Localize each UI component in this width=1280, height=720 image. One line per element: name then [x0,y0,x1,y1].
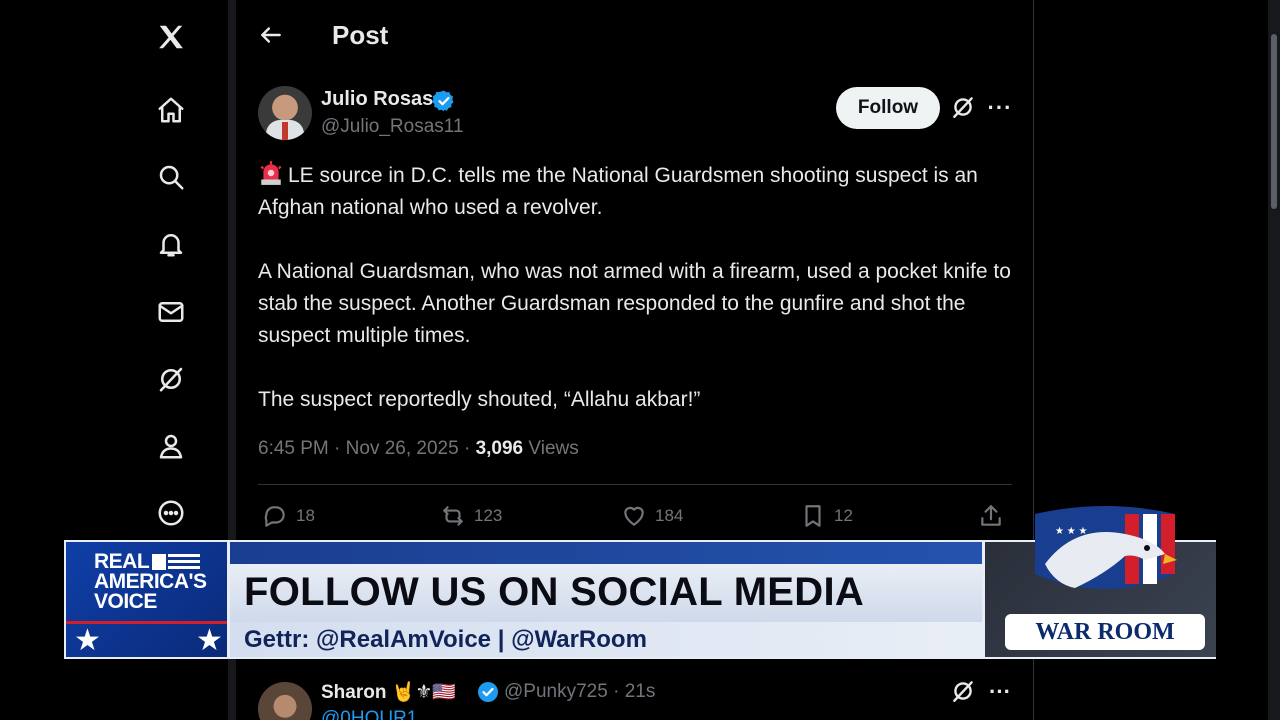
reply-handle-age: @Punky725 · 21s [504,681,656,702]
verified-badge-icon [478,682,498,702]
verified-badge-icon [432,90,454,112]
repost-count: 123 [474,506,503,525]
messages-icon[interactable] [151,292,191,332]
share-button[interactable] [978,502,1012,530]
more-icon[interactable] [151,493,191,533]
post-paragraph-2: A National Guardsman, who was not armed … [258,260,1011,347]
author-avatar[interactable] [258,86,312,140]
like-count: 184 [655,506,684,525]
war-room-label: WAR ROOM [1005,614,1205,650]
banner-subline-strip: Gettr: @RealAmVoice | @WarRoom [230,622,982,657]
divider [258,484,1012,485]
bookmark-icon [805,505,821,527]
star-icon: ★ [74,624,101,657]
post-body: LE source in D.C. tells me the National … [258,160,1018,448]
post-header: Post [236,0,1034,70]
profile-icon[interactable] [151,426,191,466]
author-handle[interactable]: @Julio_Rosas11 [321,116,464,138]
banner-headline-strip: FOLLOW US ON SOCIAL MEDIA [230,564,982,622]
eagle-flag-icon: ★ ★ ★ [1035,506,1177,589]
x-logo-icon[interactable] [151,17,191,57]
banner-subline: Gettr: @RealAmVoice | @WarRoom [244,626,647,653]
bookmark-button[interactable]: 12 [800,502,853,530]
page-title: Post [332,20,389,50]
heart-icon [624,506,644,526]
grok-icon[interactable] [950,678,978,706]
home-icon[interactable] [151,90,191,130]
reply-item[interactable]: Sharon 🤘⚜🇺🇸 @Punky725 · 21s @0HOUR1 ··· [236,668,1034,720]
views-label: Views [528,438,579,459]
siren-emoji-icon [260,161,282,185]
scrollbar-thumb[interactable] [1271,34,1277,209]
like-button[interactable]: 184 [621,502,683,530]
reply-mention[interactable]: @0HOUR1 [321,708,417,720]
post-paragraph-3: The suspect reportedly shouted, “Allahu … [258,388,701,411]
grok-icon[interactable] [950,94,978,122]
post-paragraph-1: LE source in D.C. tells me the National … [258,160,1018,224]
reply-button[interactable]: 18 [262,502,315,530]
lower-third-banner: REAL AMERICA'S VOICE ★ ★ FOLLOW US ON SO… [64,506,1216,659]
back-arrow-icon[interactable] [258,22,286,50]
real-americas-voice-logo: REAL AMERICA'S VOICE ★ ★ [66,542,230,657]
repost-button[interactable]: 123 [440,502,502,530]
post-meta: 6:45 PM · Nov 26, 2025 · 3,096 Views [258,438,579,459]
banner-headline: FOLLOW US ON SOCIAL MEDIA [244,570,865,614]
explore-icon[interactable] [151,157,191,197]
post-time[interactable]: 6:45 PM [258,438,329,459]
reply-emojis: 🤘⚜🇺🇸 [391,682,457,703]
author-name[interactable]: Julio Rosas [321,88,433,111]
more-options-icon[interactable]: ··· [986,94,1014,122]
follow-button[interactable]: Follow [836,87,940,129]
reply-author-name[interactable]: Sharon 🤘⚜🇺🇸 [321,680,456,704]
reply-icon [264,506,285,527]
reply-count: 18 [296,506,315,525]
post-date[interactable]: Nov 26, 2025 [346,438,459,459]
bookmark-count: 12 [834,506,853,525]
svg-text:★ ★ ★: ★ ★ ★ [1055,526,1087,537]
repost-icon [443,506,463,526]
flag-icon [152,554,200,570]
notifications-icon[interactable] [151,224,191,264]
reply-avatar[interactable] [258,682,312,720]
star-icon: ★ [196,624,223,657]
banner-top-strip [230,542,982,564]
war-room-logo: ★ ★ ★ WAR ROOM [982,506,1216,657]
more-options-icon[interactable]: ··· [986,678,1014,706]
grok-icon[interactable] [151,359,191,399]
views-count: 3,096 [475,438,524,459]
share-icon [981,505,1001,526]
